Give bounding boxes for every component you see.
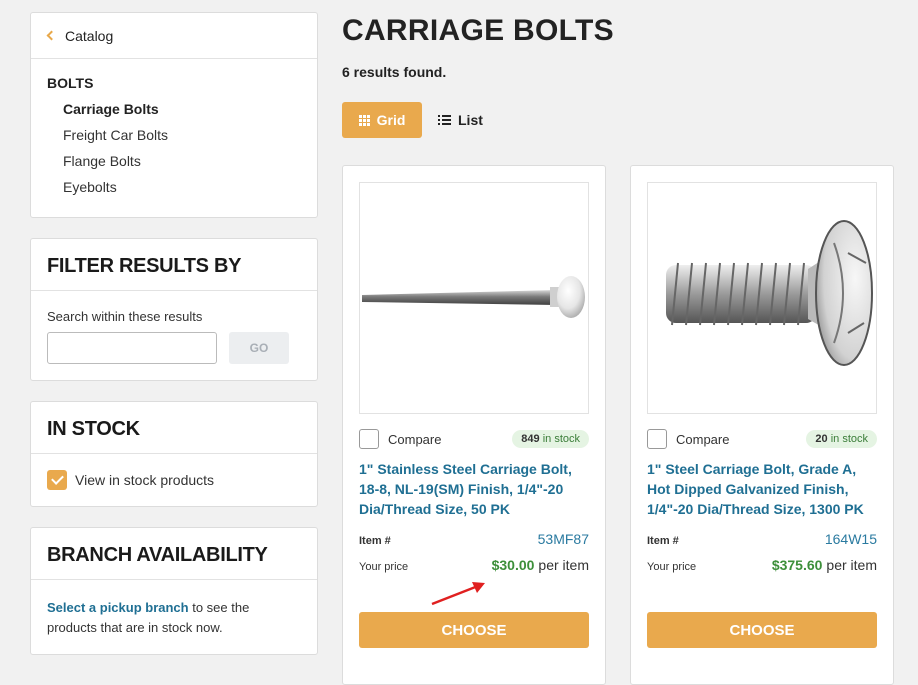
- product-card: Compare 20 in stock 1" Steel Carriage Bo…: [630, 165, 894, 685]
- price-label: Your price: [359, 561, 409, 573]
- product-image[interactable]: [647, 182, 877, 414]
- stock-suffix: in stock: [539, 433, 580, 445]
- stock-count: 20: [815, 433, 828, 445]
- compare-checkbox[interactable]: [359, 429, 379, 449]
- grid-view-button[interactable]: Grid: [342, 102, 422, 138]
- category-item-carriage-bolts[interactable]: Carriage Bolts: [47, 101, 301, 127]
- product-grid: Compare 849 in stock 1" Stainless Steel …: [342, 165, 918, 685]
- galvanized-carriage-bolt-image: [666, 220, 873, 366]
- list-icon: [438, 115, 451, 125]
- compare-label: Compare: [676, 431, 730, 447]
- choose-button[interactable]: CHOOSE: [359, 612, 589, 648]
- compare-label: Compare: [388, 431, 442, 447]
- item-number-label: Item #: [647, 535, 679, 547]
- select-branch-link[interactable]: Select a pickup branch: [47, 600, 189, 615]
- product-title-link[interactable]: 1" Steel Carriage Bolt, Grade A, Hot Dip…: [647, 459, 877, 525]
- search-input[interactable]: [47, 332, 217, 364]
- branch-panel: BRANCH AVAILABILITY Select a pickup bran…: [30, 527, 318, 655]
- price-value: $375.60: [771, 557, 823, 573]
- view-toggle: Grid List: [342, 102, 902, 138]
- stock-badge: 20 in stock: [806, 430, 877, 448]
- in-stock-title: IN STOCK: [31, 402, 317, 454]
- list-view-button[interactable]: List: [438, 102, 483, 138]
- page-title: CARRIAGE BOLTS: [342, 14, 614, 47]
- branch-title: BRANCH AVAILABILITY: [31, 528, 317, 580]
- filter-title: FILTER RESULTS BY: [31, 239, 317, 291]
- in-stock-checkbox-label: View in stock products: [75, 472, 215, 488]
- results-count: 6 results found.: [342, 64, 447, 80]
- branch-text: Select a pickup branch to see the produc…: [31, 580, 317, 654]
- category-item-freight-car-bolts[interactable]: Freight Car Bolts: [47, 127, 301, 153]
- price-unit: per item: [826, 557, 877, 573]
- price-unit: per item: [538, 557, 589, 573]
- item-number-label: Item #: [359, 535, 391, 547]
- category-item-eyebolts[interactable]: Eyebolts: [47, 179, 301, 205]
- filter-panel: FILTER RESULTS BY Search within these re…: [30, 238, 318, 381]
- main-content: CARRIAGE BOLTS 6 results found. Grid Lis…: [342, 14, 902, 685]
- item-number: 164W15: [824, 531, 877, 547]
- annotation-arrow-icon: [431, 582, 485, 606]
- sidebar: Catalog BOLTS Carriage Bolts Freight Car…: [30, 12, 318, 675]
- price-label: Your price: [647, 561, 697, 573]
- category-panel: Catalog BOLTS Carriage Bolts Freight Car…: [30, 12, 318, 218]
- category-heading: BOLTS: [47, 75, 94, 91]
- product-title-link[interactable]: 1" Stainless Steel Carriage Bolt, 18-8, …: [359, 459, 589, 525]
- compare-checkbox[interactable]: [647, 429, 667, 449]
- catalog-back-link[interactable]: Catalog: [31, 13, 317, 59]
- category-item-flange-bolts[interactable]: Flange Bolts: [47, 153, 301, 179]
- stainless-carriage-bolt-image: [362, 276, 585, 318]
- chevron-left-icon: [46, 30, 57, 41]
- stock-suffix: in stock: [827, 433, 868, 445]
- stock-count: 849: [521, 433, 540, 445]
- category-list: BOLTS Carriage Bolts Freight Car Bolts F…: [31, 59, 317, 217]
- choose-button[interactable]: CHOOSE: [647, 612, 877, 648]
- catalog-link-label: Catalog: [65, 27, 114, 44]
- price-value: $30.00: [491, 557, 535, 573]
- product-image[interactable]: [359, 182, 589, 414]
- search-label: Search within these results: [47, 309, 203, 324]
- item-number: 53MF87: [537, 531, 589, 547]
- in-stock-panel: IN STOCK View in stock products: [30, 401, 318, 507]
- grid-icon: [358, 114, 370, 126]
- go-button[interactable]: GO: [229, 332, 289, 364]
- grid-view-label: Grid: [376, 112, 406, 128]
- list-view-label: List: [458, 112, 483, 128]
- in-stock-checkbox[interactable]: [47, 470, 67, 490]
- stock-badge: 849 in stock: [512, 430, 589, 448]
